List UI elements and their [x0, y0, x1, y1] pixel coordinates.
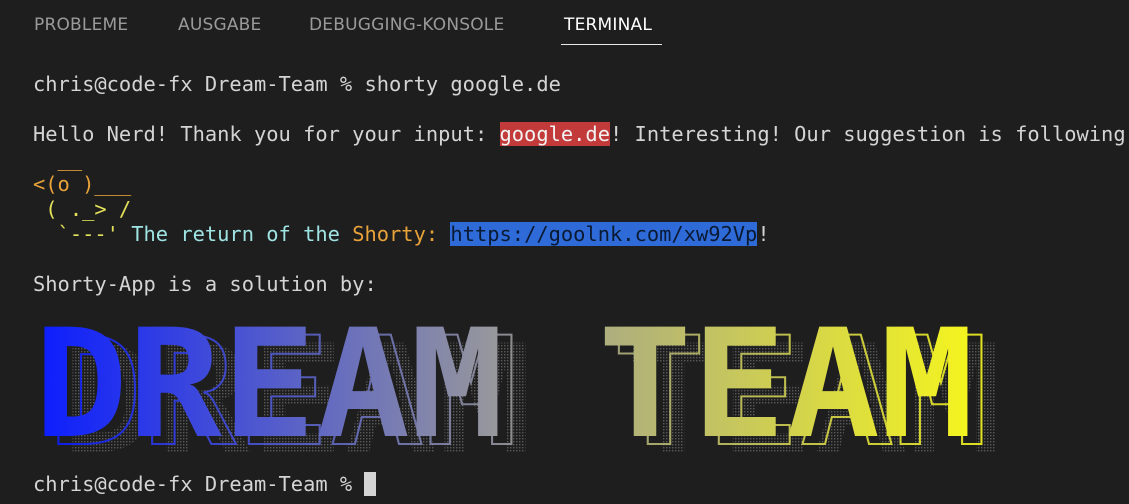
- final-prompt-line[interactable]: chris@code-fx Dream-Team %: [33, 472, 377, 497]
- solution-line: Shorty-App is a solution by:: [33, 272, 377, 296]
- input-highlight: google.de: [499, 122, 610, 146]
- terminal-cursor: [364, 472, 377, 496]
- panel-tab-bar: PROBLEME AUSGABE DEBUGGING-KONSOLE TERMI…: [0, 0, 1129, 52]
- banner-text: DREAM TEAM: [34, 318, 974, 472]
- duck-line-3: ( ._> /: [33, 197, 132, 221]
- shorty-result-line: `---' The return of the Shorty: https://…: [33, 222, 770, 247]
- hello-prefix: Hello Nerd! Thank you for your input:: [33, 122, 500, 146]
- tab-debugging-konsole[interactable]: DEBUGGING-KONSOLE: [309, 15, 504, 35]
- dream-team-ascii-banner: DREAM TEAM DREAM TEAM DREAM TEAM: [34, 318, 1002, 478]
- duck-line-2: <(o )___: [33, 172, 132, 196]
- hello-line: Hello Nerd! Thank you for your input: go…: [33, 122, 1129, 147]
- result-text-a: The return of the: [131, 222, 353, 246]
- short-url-link[interactable]: https://goolnk.com/xw92Vp: [450, 222, 758, 246]
- active-tab-indicator: [561, 44, 662, 45]
- final-prompt: chris@code-fx Dream-Team %: [33, 472, 365, 496]
- duck-line-1: __: [33, 147, 83, 171]
- result-end: !: [757, 222, 770, 246]
- tab-ausgabe[interactable]: AUSGABE: [178, 15, 261, 35]
- tab-probleme[interactable]: PROBLEME: [34, 15, 128, 35]
- prompt: chris@code-fx Dream-Team %: [33, 72, 365, 96]
- command-text: shorty google.de: [364, 72, 561, 96]
- tab-terminal[interactable]: TERMINAL: [564, 15, 652, 35]
- command-line: chris@code-fx Dream-Team % shorty google…: [33, 72, 561, 97]
- duck-line-4: `---': [33, 222, 132, 246]
- result-text-b: Shorty:: [352, 222, 439, 246]
- hello-suffix: ! Interesting! Our suggestion is followi…: [610, 122, 1129, 146]
